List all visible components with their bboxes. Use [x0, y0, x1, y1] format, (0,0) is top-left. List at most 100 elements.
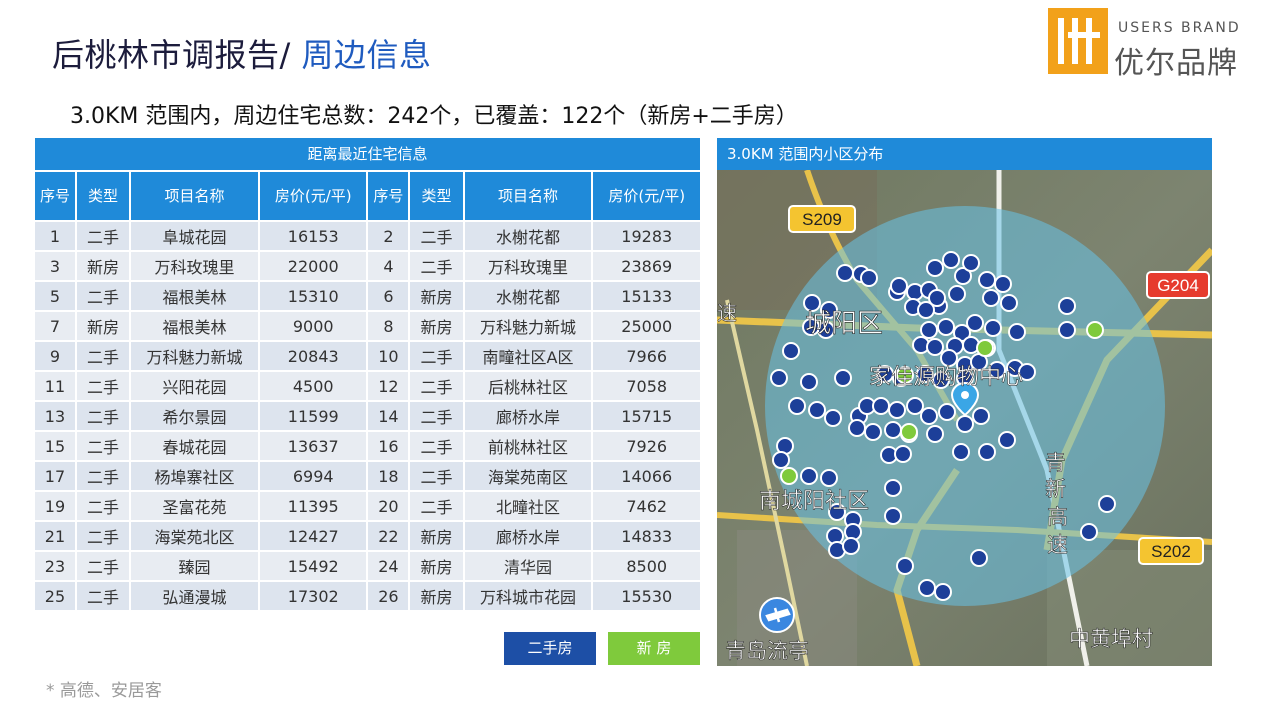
second-hand-community-marker[interactable] — [890, 277, 908, 295]
second-hand-community-marker[interactable] — [824, 409, 842, 427]
second-hand-community-marker[interactable] — [928, 289, 946, 307]
table-cell-price: 4500 — [260, 372, 367, 400]
table-cell-type: 新房 — [76, 252, 130, 280]
second-hand-community-marker[interactable] — [972, 407, 990, 425]
second-hand-community-marker[interactable] — [894, 445, 912, 463]
second-hand-community-marker[interactable] — [1058, 321, 1076, 339]
map-label-community: 南城阳社区 — [759, 489, 869, 514]
second-hand-community-marker[interactable] — [938, 403, 956, 421]
second-hand-community-marker[interactable] — [962, 254, 980, 272]
svg-text:S202: S202 — [1151, 542, 1191, 561]
second-hand-community-marker[interactable] — [800, 467, 818, 485]
second-hand-community-marker[interactable] — [1080, 523, 1098, 541]
second-hand-community-marker[interactable] — [1000, 294, 1018, 312]
new-house-community-marker[interactable] — [780, 467, 798, 485]
table-cell-project: 廊桥水岸 — [464, 522, 592, 550]
second-hand-community-marker[interactable] — [864, 423, 882, 441]
table-cell-type: 二手 — [410, 402, 463, 430]
second-hand-community-marker[interactable] — [884, 421, 902, 439]
table-cell-index: 2 — [368, 222, 409, 250]
table-cell-project: 弘通漫城 — [131, 582, 259, 610]
table-cell-index: 8 — [368, 312, 409, 340]
second-hand-community-marker[interactable] — [920, 407, 938, 425]
new-house-community-marker[interactable] — [900, 423, 918, 441]
second-hand-community-marker[interactable] — [952, 443, 970, 461]
map-label-airport: 青岛流亭 — [725, 639, 809, 663]
second-hand-community-marker[interactable] — [896, 557, 914, 575]
road-badge-s209: S209 — [788, 205, 856, 233]
table-cell-index: 16 — [368, 432, 409, 460]
second-hand-community-marker[interactable] — [918, 579, 936, 597]
second-hand-community-marker[interactable] — [872, 397, 890, 415]
table-cell-index: 24 — [368, 552, 409, 580]
svg-text:S209: S209 — [802, 210, 842, 229]
second-hand-community-marker[interactable] — [884, 479, 902, 497]
second-hand-community-marker[interactable] — [808, 401, 826, 419]
second-hand-community-marker[interactable] — [788, 397, 806, 415]
table-cell-project: 福根美林 — [131, 312, 259, 340]
second-hand-community-marker[interactable] — [848, 419, 866, 437]
second-hand-community-marker[interactable] — [884, 507, 902, 525]
table-cell-project: 春城花园 — [131, 432, 259, 460]
housing-table: 序号 类型 项目名称 房价(元/平) 序号 类型 项目名称 房价(元/平) 1 二手 阜城花园 16… — [33, 170, 702, 612]
table-row: 13 二手 希尔景园 11599 14 二手 廊桥水岸 15715 — [35, 402, 700, 430]
brand-english: USERS BRAND — [1118, 20, 1241, 36]
table-cell-price: 6994 — [260, 462, 367, 490]
second-hand-community-marker[interactable] — [782, 342, 800, 360]
table-row: 21 二手 海棠苑北区 12427 22 新房 廊桥水岸 14833 — [35, 522, 700, 550]
table-cell-type: 二手 — [76, 222, 130, 250]
table-cell-price: 7058 — [593, 372, 700, 400]
table-cell-index: 10 — [368, 342, 409, 370]
table-cell-index: 7 — [35, 312, 75, 340]
second-hand-community-marker[interactable] — [888, 401, 906, 419]
second-hand-community-marker[interactable] — [834, 369, 852, 387]
second-hand-community-marker[interactable] — [966, 314, 984, 332]
second-hand-community-marker[interactable] — [994, 275, 1012, 293]
second-hand-community-marker[interactable] — [998, 431, 1016, 449]
legend-new-house-button[interactable]: 新 房 — [608, 632, 700, 665]
second-hand-community-marker[interactable] — [978, 271, 996, 289]
second-hand-community-marker[interactable] — [940, 349, 958, 367]
second-hand-community-marker[interactable] — [842, 537, 860, 555]
new-house-community-marker[interactable] — [976, 339, 994, 357]
second-hand-community-marker[interactable] — [906, 397, 924, 415]
table-row: 7 新房 福根美林 9000 8 新房 万科魅力新城 25000 — [35, 312, 700, 340]
second-hand-community-marker[interactable] — [982, 289, 1000, 307]
community-distribution-map[interactable]: S209 G204 S202 城阳区 家佳源购物中心 南城阳社区 青岛流亭 中黄… — [717, 170, 1212, 666]
table-column-header: 类型 — [76, 172, 130, 220]
new-house-community-marker[interactable] — [1086, 321, 1104, 339]
summary-subtitle: 3.0KM 范围内，周边住宅总数：242个，已覆盖：122个（新房+二手房） — [70, 104, 798, 129]
table-cell-type: 二手 — [76, 342, 130, 370]
second-hand-community-marker[interactable] — [860, 269, 878, 287]
table-cell-price: 17302 — [260, 582, 367, 610]
map-label-village: 中黄埠村 — [1069, 627, 1153, 651]
second-hand-community-marker[interactable] — [942, 251, 960, 269]
svg-text:青: 青 — [1045, 451, 1066, 475]
table-cell-index: 5 — [35, 282, 75, 310]
second-hand-community-marker[interactable] — [984, 319, 1002, 337]
table-cell-index: 22 — [368, 522, 409, 550]
table-cell-type: 新房 — [410, 312, 463, 340]
second-hand-community-marker[interactable] — [926, 425, 944, 443]
page-title: 后桃林市调报告/ 周边信息 — [52, 30, 431, 76]
table-column-header: 项目名称 — [464, 172, 592, 220]
second-hand-community-marker[interactable] — [820, 469, 838, 487]
second-hand-community-marker[interactable] — [1058, 297, 1076, 315]
second-hand-community-marker[interactable] — [800, 373, 818, 391]
second-hand-community-marker[interactable] — [836, 264, 854, 282]
second-hand-community-marker[interactable] — [934, 583, 952, 601]
second-hand-community-marker[interactable] — [926, 338, 944, 356]
second-hand-community-marker[interactable] — [978, 443, 996, 461]
second-hand-community-marker[interactable] — [1008, 323, 1026, 341]
second-hand-community-marker[interactable] — [920, 321, 938, 339]
second-hand-community-marker[interactable] — [1098, 495, 1116, 513]
second-hand-community-marker[interactable] — [926, 259, 944, 277]
second-hand-community-marker[interactable] — [770, 369, 788, 387]
second-hand-community-marker[interactable] — [937, 318, 955, 336]
second-hand-community-marker[interactable] — [970, 549, 988, 567]
legend-second-hand-button[interactable]: 二手房 — [504, 632, 596, 665]
second-hand-community-marker[interactable] — [948, 285, 966, 303]
table-cell-price: 19283 — [593, 222, 700, 250]
second-hand-community-marker[interactable] — [956, 415, 974, 433]
second-hand-community-marker[interactable] — [772, 451, 790, 469]
